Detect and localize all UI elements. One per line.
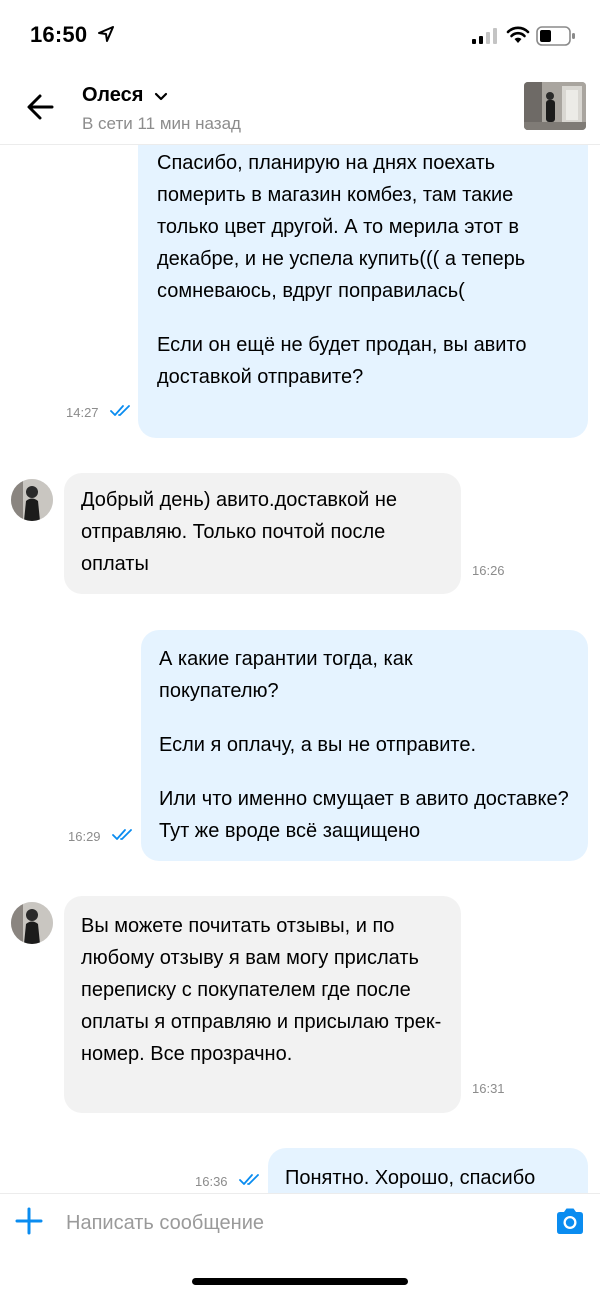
signal-icon xyxy=(472,28,497,44)
message-text: Вы можете почитать отзывы, и по любому о… xyxy=(81,915,442,1065)
message-time: 16:29 xyxy=(68,829,101,844)
message-bubble-outgoing[interactable]: А какие гарантии тогда, как покупателю? … xyxy=(141,630,588,861)
camera-icon[interactable] xyxy=(554,1206,586,1236)
chat-header: Олеся В сети 11 мин назад xyxy=(0,70,600,145)
plus-icon[interactable] xyxy=(14,1206,44,1236)
message-bubble-incoming[interactable]: Вы можете почитать отзывы, и по любому о… xyxy=(64,896,461,1113)
message-time: 16:26 xyxy=(472,563,505,578)
message-text: Спасибо, планирую на днях поехать помери… xyxy=(157,152,526,302)
message-text: А какие гарантии тогда, как покупателю? xyxy=(159,648,413,702)
message-input[interactable] xyxy=(64,1204,538,1242)
message-text: Если он ещё не будет продан, вы авито до… xyxy=(157,334,527,388)
battery-icon xyxy=(536,26,575,46)
double-check-icon xyxy=(110,405,130,416)
chevron-down-icon[interactable] xyxy=(154,92,168,102)
message-time: 14:27 xyxy=(66,405,99,420)
home-indicator[interactable] xyxy=(192,1278,408,1285)
status-bar: 16:50 xyxy=(0,0,600,70)
contact-avatar[interactable] xyxy=(11,479,53,521)
message-text: Понятно. Хорошо, спасибо xyxy=(285,1167,536,1189)
status-time: 16:50 xyxy=(30,22,88,47)
message-bubble-incoming[interactable]: Добрый день) авито.доставкой не отправля… xyxy=(64,473,461,594)
contact-avatar[interactable] xyxy=(11,902,53,944)
double-check-icon xyxy=(239,1174,259,1185)
arrow-left-icon[interactable] xyxy=(24,90,58,124)
double-check-icon xyxy=(112,829,132,840)
message-composer xyxy=(0,1193,600,1252)
message-bubble-outgoing[interactable]: Спасибо, планирую на днях поехать помери… xyxy=(138,145,588,438)
message-text: Добрый день) авито.доставкой не отправля… xyxy=(81,489,398,575)
contact-name[interactable]: Олеся xyxy=(82,84,143,107)
message-text: Или что именно смущает в авито доставке?… xyxy=(159,788,569,842)
message-list: Спасибо, планирую на днях поехать помери… xyxy=(0,145,600,1193)
message-bubble-outgoing[interactable]: Понятно. Хорошо, спасибо xyxy=(268,1148,588,1193)
message-time: 16:31 xyxy=(472,1081,505,1096)
location-arrow-icon xyxy=(98,26,114,42)
message-text: Если я оплачу, а вы не отправите. xyxy=(159,734,477,756)
contact-status: В сети 11 мин назад xyxy=(82,114,241,133)
listing-thumbnail[interactable] xyxy=(524,82,586,130)
wifi-icon xyxy=(506,26,530,43)
message-time: 16:36 xyxy=(195,1174,228,1189)
